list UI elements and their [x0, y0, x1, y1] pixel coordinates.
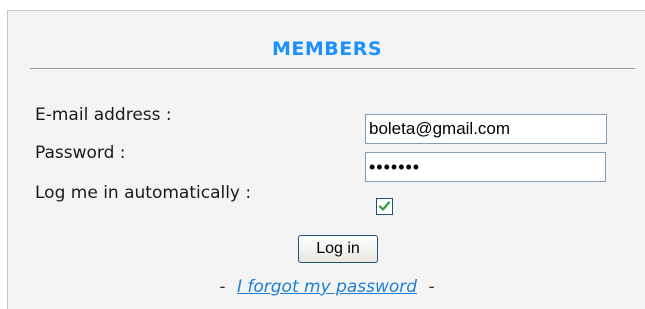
dash-left: -: [219, 277, 226, 297]
members-panel: MEMBERS E-mail address : Password : Log …: [7, 10, 645, 309]
forgot-password-row: - I forgot my password -: [8, 277, 645, 297]
checkmark-icon: [378, 201, 391, 211]
auto-login-label: Log me in automatically :: [35, 183, 252, 203]
auto-login-checkbox[interactable]: [376, 198, 393, 215]
password-label: Password :: [35, 143, 126, 163]
email-field[interactable]: [365, 114, 607, 144]
dash-right: -: [428, 277, 435, 297]
password-field[interactable]: [365, 152, 606, 182]
login-button[interactable]: Log in: [298, 235, 378, 263]
forgot-password-link[interactable]: I forgot my password: [237, 277, 417, 297]
email-label: E-mail address :: [35, 105, 172, 125]
members-title: MEMBERS: [271, 38, 383, 60]
title-divider: [30, 68, 635, 69]
